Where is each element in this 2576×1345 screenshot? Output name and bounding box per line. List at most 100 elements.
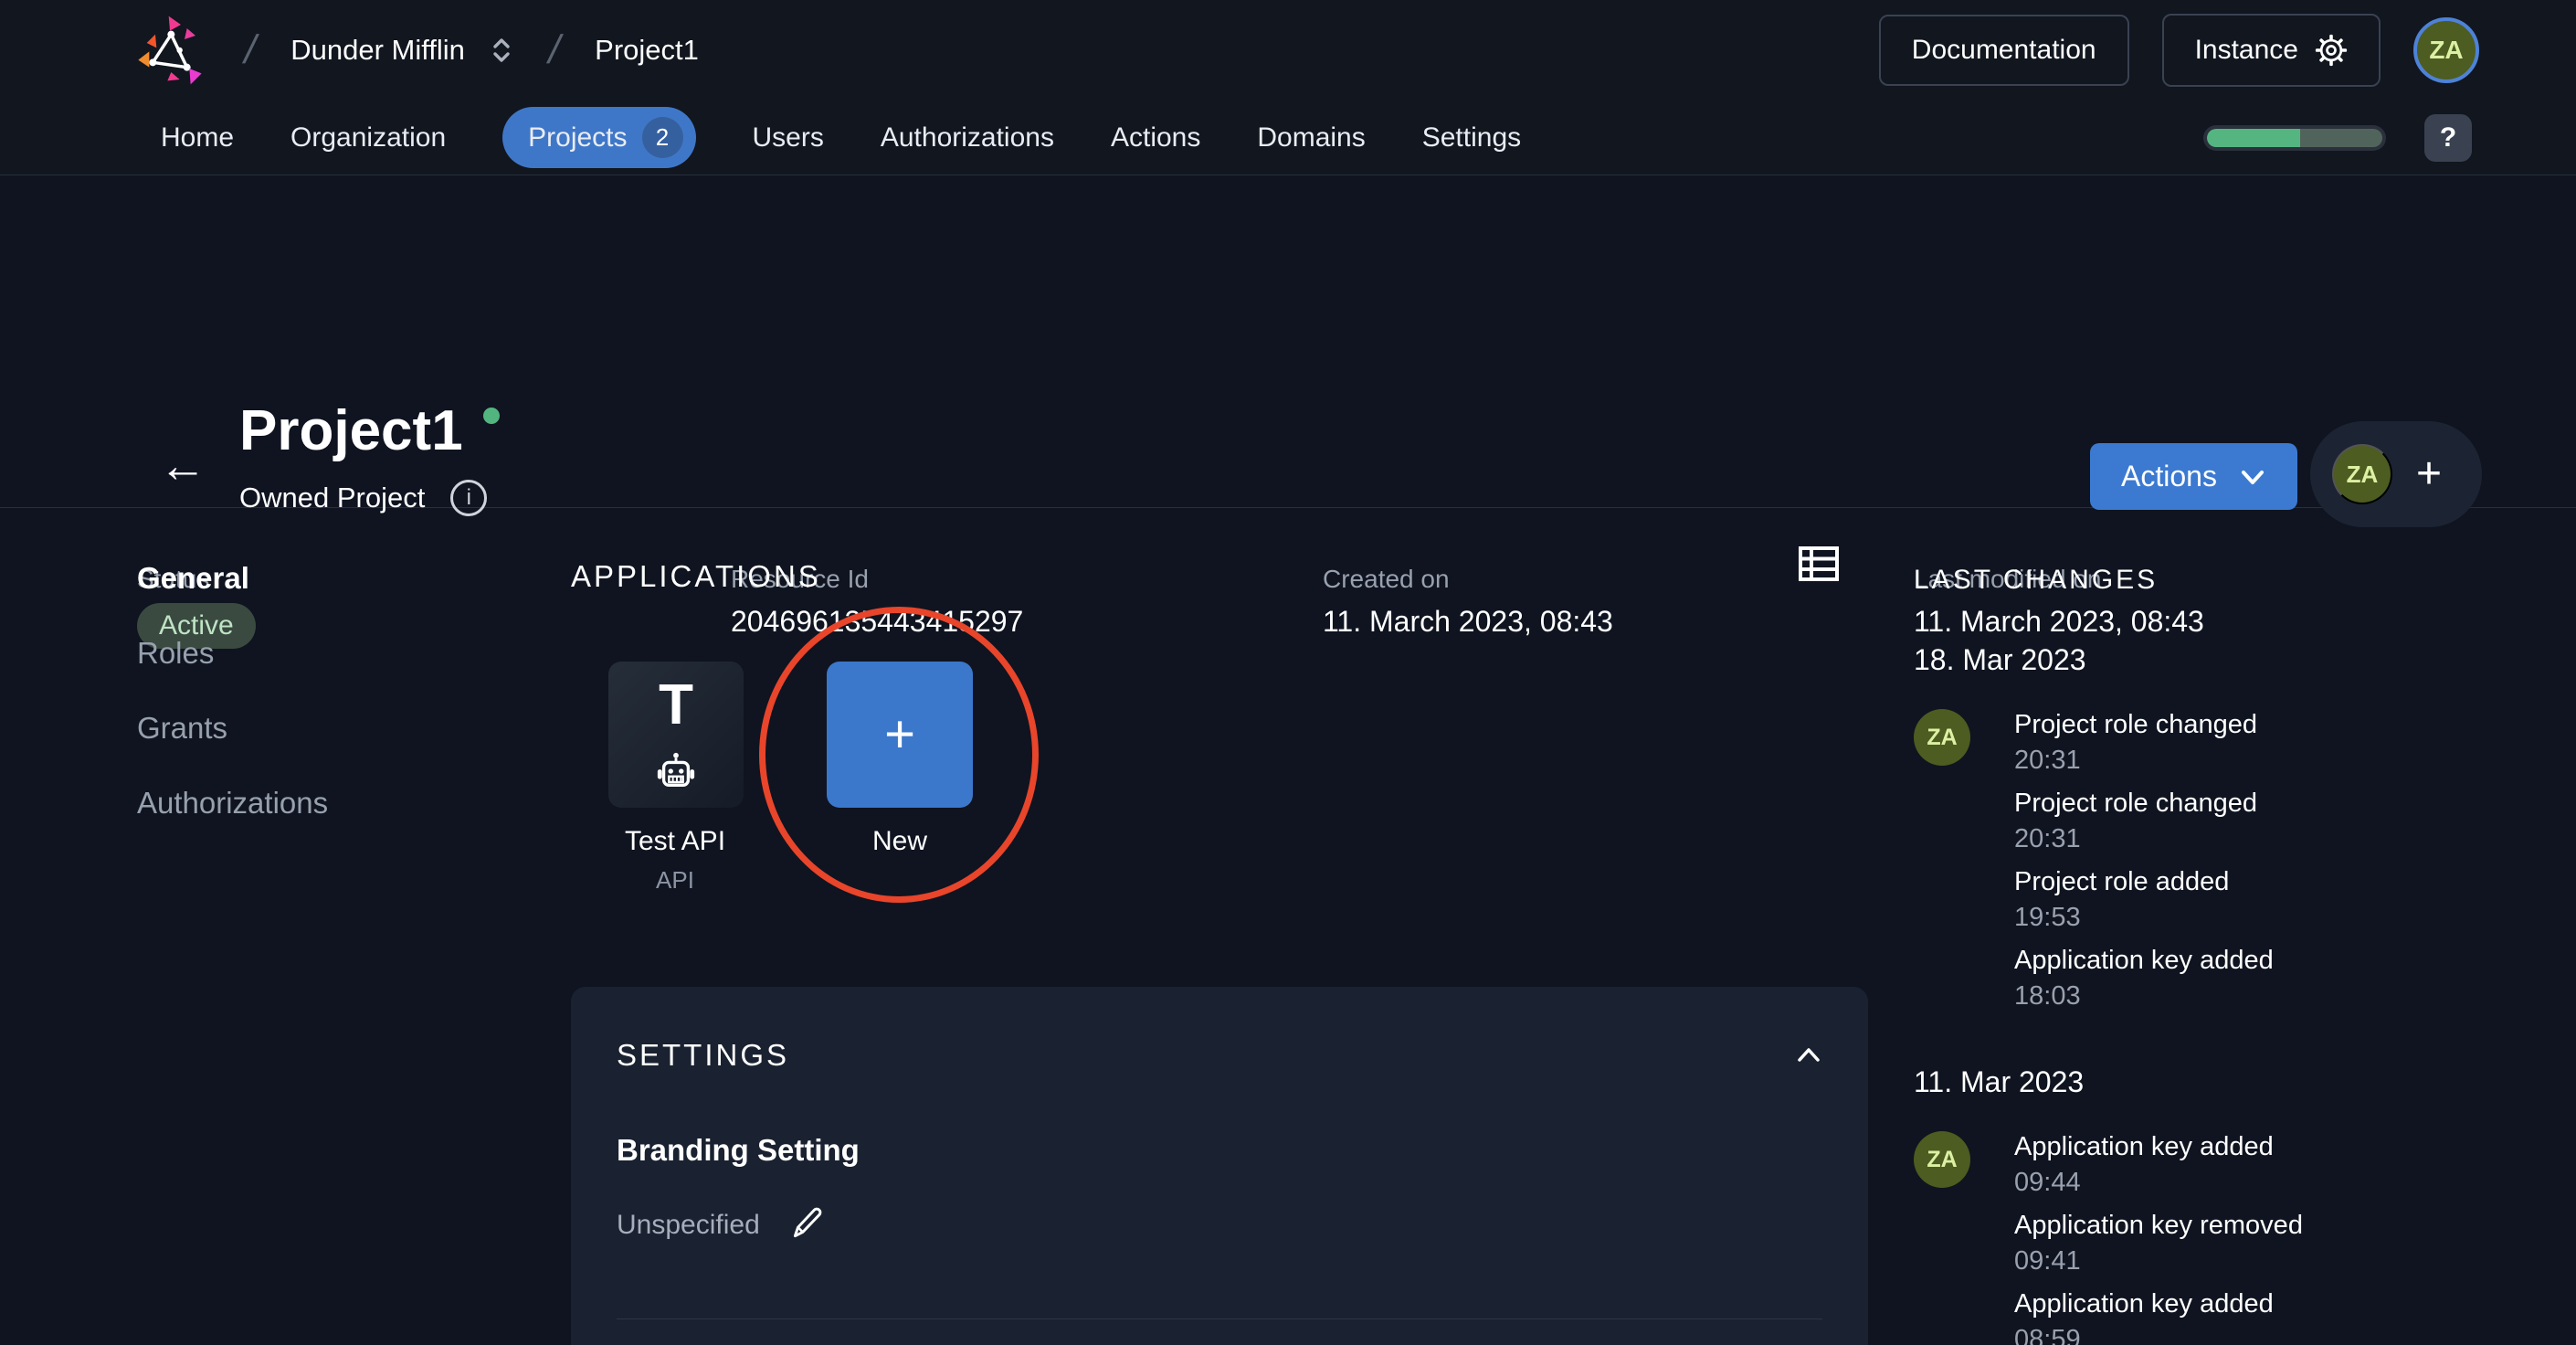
breadcrumb: / Dunder Mifflin / Project1 [137,14,699,87]
documentation-label: Documentation [1911,35,2096,65]
instance-label: Instance [2194,35,2298,65]
quota-progress-bar [2203,124,2386,151]
unfold-more-icon [493,38,510,62]
table-icon [1799,546,1839,581]
sidebar-item-general[interactable]: General [137,561,328,596]
help-button[interactable]: ? [2424,113,2472,162]
title-block: Project1 Owned Project i [239,403,500,516]
robot-icon [657,752,695,788]
event-time: 08:59 [2014,1325,2081,1345]
nav-items: Home Organization Projects 2 Users Autho… [161,107,2203,168]
event-time: 18:03 [2014,981,2081,1011]
project-header: ← Project1 Owned Project i Actions ZA + … [0,176,2576,649]
app-type: API [656,866,694,894]
nav-item-settings[interactable]: Settings [1422,122,1521,154]
event-title: Application key removed [2014,1211,2303,1240]
breadcrumb-separator: / [239,27,261,72]
event-time: 09:41 [2014,1246,2081,1276]
table-view-toggle[interactable] [1799,546,1839,584]
actions-dropdown-button[interactable]: Actions [2090,443,2297,510]
event-time: 09:44 [2014,1168,2081,1197]
nav-item-actions[interactable]: Actions [1111,122,1200,154]
change-avatar: ZA [1914,1131,1970,1188]
app-card-test-api[interactable]: T [608,662,744,808]
app-name: Test API [624,826,726,856]
event-title: Application key added [2014,946,2274,975]
org-selector[interactable]: Dunder Mifflin [290,34,514,67]
event-title: Application key added [2014,1132,2274,1161]
new-app-label: New [871,826,927,856]
change-date: 18. Mar 2023 [1914,643,2086,676]
change-avatar: ZA [1914,709,1970,766]
owner-avatar[interactable]: ZA [2332,444,2392,504]
event-title: Project role changed [2014,789,2257,818]
back-arrow-icon[interactable]: ← [153,441,212,491]
event-time: 20:31 [2014,746,2081,775]
change-event[interactable]: Project role added 19:53 [2014,866,2274,933]
last-changes-panel: LAST CHANGES 18. Mar 2023 ZA Project rol… [1914,508,2553,1345]
nav-item-domains[interactable]: Domains [1257,122,1365,154]
org-name: Dunder Mifflin [290,34,465,66]
sidebar-item-authorizations[interactable]: Authorizations [137,786,328,821]
nav-item-home[interactable]: Home [161,122,234,154]
event-title: Application key added [2014,1289,2274,1319]
gear-icon [2315,34,2348,67]
topbar-actions: Documentation Instance ZA [1878,14,2479,87]
main-column: APPLICATIONS T Test API API + New SETTIN… [571,508,1868,1345]
chevron-up-icon [1798,1047,1820,1062]
app-label-test-api: Test API API [584,826,766,895]
owner-avatar-initials: ZA [2346,460,2379,488]
collapse-settings-button[interactable] [1795,1043,1822,1068]
documentation-button[interactable]: Documentation [1878,15,2129,86]
chevron-down-icon [2241,470,2264,484]
instance-button[interactable]: Instance [2161,14,2381,87]
user-avatar[interactable]: ZA [2413,17,2479,83]
settings-panel: SETTINGS Branding Setting Unspecified [571,987,1868,1345]
progress-fill [2207,128,2300,147]
add-owner-button[interactable]: + [2416,452,2442,496]
change-group: ZA Application key added 09:44 Applicati… [1914,1131,2553,1345]
last-changes-heading: LAST CHANGES [1914,565,2159,595]
change-event[interactable]: Application key added 18:03 [2014,945,2274,1011]
avatar-initials: ZA [2429,36,2464,64]
new-app-button[interactable]: + [827,662,973,808]
sidebar-item-roles[interactable]: Roles [137,636,328,671]
page-title: Project1 [239,399,463,462]
nav-right: ? [2203,113,2472,162]
nav-item-projects[interactable]: Projects 2 [502,107,696,168]
main-nav: Home Organization Projects 2 Users Autho… [0,101,2576,175]
app-initial: T [659,673,693,736]
branding-setting-value: Unspecified [617,1209,760,1240]
sidebar-item-grants[interactable]: Grants [137,711,328,746]
nav-item-users[interactable]: Users [753,122,824,154]
progress-track [2207,128,2382,147]
event-time: 19:53 [2014,903,2081,932]
change-group: ZA Project role changed 20:31 Project ro… [1914,709,2553,1023]
zitadel-console: / Dunder Mifflin / Project1 Documentatio… [0,0,2576,1345]
breadcrumb-project[interactable]: Project1 [595,34,699,67]
zitadel-logo-icon[interactable] [137,14,210,87]
change-date: 11. Mar 2023 [1914,1065,2085,1098]
settings-heading: SETTINGS [617,1038,790,1072]
active-status-dot [482,408,500,424]
topbar: / Dunder Mifflin / Project1 Documentatio… [0,0,2576,101]
project-content: General Roles Grants Authorizations APPL… [0,508,2576,1345]
nav-item-authorizations[interactable]: Authorizations [881,122,1054,154]
change-event[interactable]: Project role changed 20:31 [2014,709,2274,776]
edit-branding-button[interactable] [787,1204,826,1245]
change-event[interactable]: Application key added 09:44 [2014,1131,2303,1198]
branding-setting-label: Branding Setting [617,1133,860,1167]
project-side-nav: General Roles Grants Authorizations [137,561,328,821]
change-event[interactable]: Project role changed 20:31 [2014,788,2274,854]
plus-icon: + [884,704,915,764]
event-time: 20:31 [2014,824,2081,853]
projects-count-badge: 2 [641,117,683,158]
change-event[interactable]: Application key removed 09:41 [2014,1210,2303,1276]
nav-item-organization[interactable]: Organization [290,122,446,154]
event-title: Project role added [2014,867,2230,896]
breadcrumb-separator: / [544,27,565,72]
event-title: Project role changed [2014,710,2257,739]
applications-heading: APPLICATIONS [571,559,821,593]
change-event[interactable]: Application key added 08:59 [2014,1288,2303,1345]
edit-pencil-icon [793,1207,822,1238]
